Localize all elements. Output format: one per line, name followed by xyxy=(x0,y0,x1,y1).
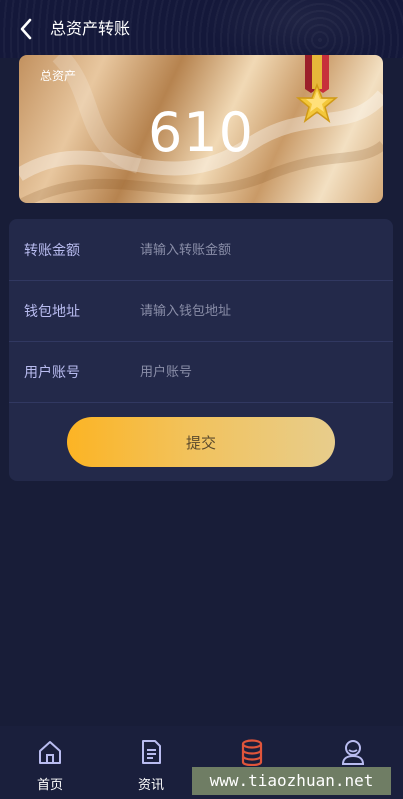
chevron-left-icon xyxy=(20,18,32,40)
home-icon xyxy=(39,741,61,764)
coins-icon xyxy=(241,739,263,766)
tab-news-label: 资讯 xyxy=(137,778,164,793)
total-asset-label: 总资产 xyxy=(40,69,77,83)
user-icon xyxy=(341,740,365,765)
back-button[interactable] xyxy=(14,14,40,44)
submit-button[interactable]: 提交 xyxy=(67,417,335,467)
tab-home[interactable]: 首页 xyxy=(0,726,100,799)
user-account-label: 用户账号 xyxy=(24,365,80,381)
medal-star-icon xyxy=(295,55,339,123)
amount-label: 转账金额 xyxy=(24,243,80,259)
wallet-address-input[interactable] xyxy=(140,293,370,329)
page-title: 总资产转账 xyxy=(50,19,131,38)
tab-home-label: 首页 xyxy=(36,778,63,793)
header-bar: 总资产转账 xyxy=(0,0,403,58)
amount-input[interactable] xyxy=(140,232,370,268)
wallet-address-row: 钱包地址 xyxy=(9,280,393,342)
watermark: www.tiaozhuan.net xyxy=(192,767,391,795)
tab-news[interactable]: 资讯 xyxy=(101,726,201,799)
wallet-address-label: 钱包地址 xyxy=(24,304,80,320)
transfer-form: 转账金额 钱包地址 用户账号 提交 xyxy=(9,219,393,481)
user-account-input[interactable] xyxy=(140,354,370,390)
total-asset-card: 总资产 610 xyxy=(19,55,383,203)
amount-row: 转账金额 xyxy=(9,219,393,281)
user-account-row: 用户账号 xyxy=(9,341,393,403)
document-icon xyxy=(142,740,161,764)
